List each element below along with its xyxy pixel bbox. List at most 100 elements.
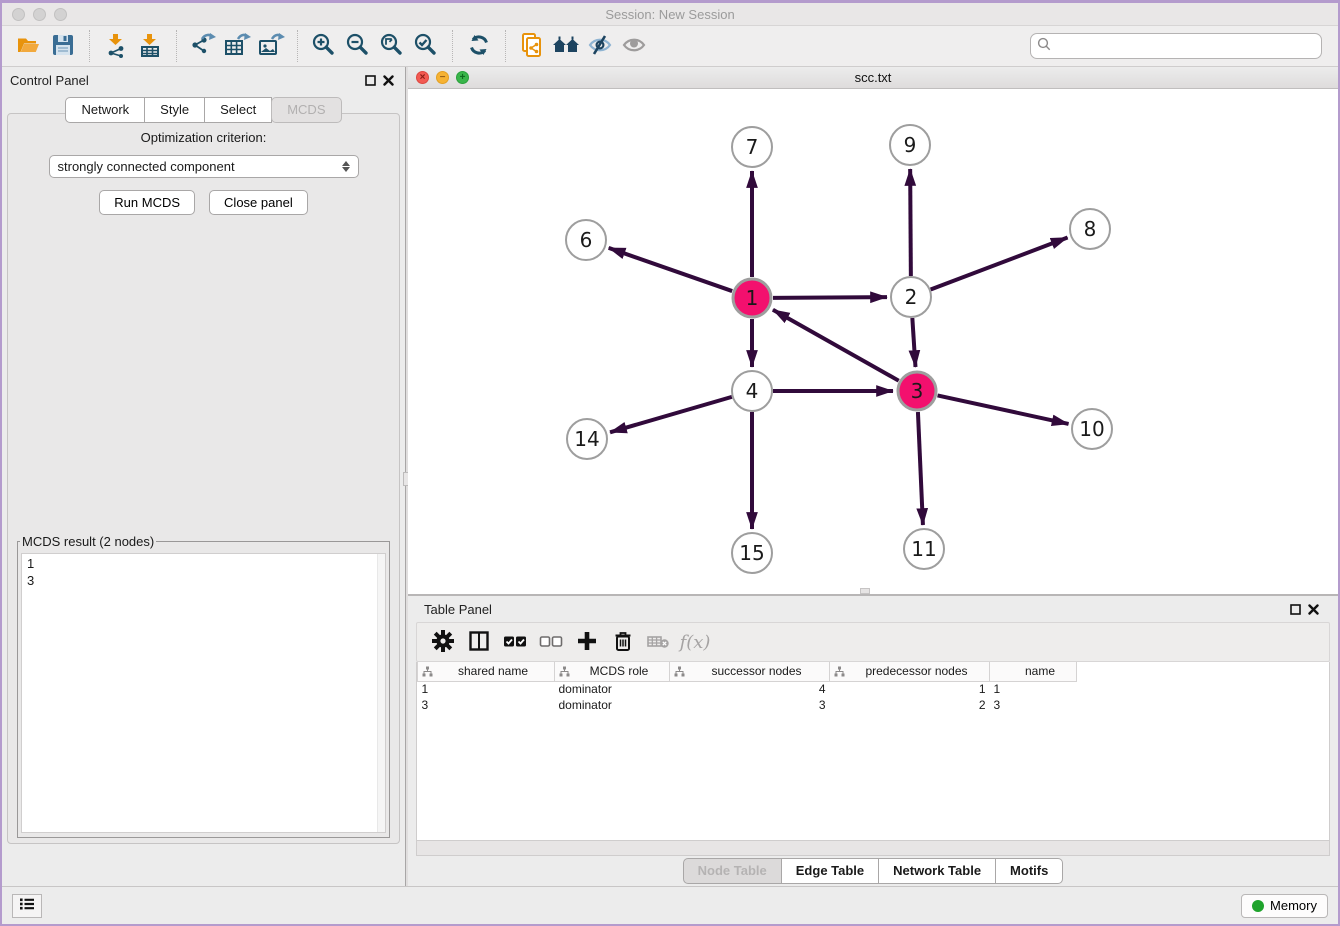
graph-node-label: 1 — [746, 286, 759, 310]
clone-network-button[interactable] — [515, 29, 549, 63]
import-network-icon — [103, 32, 129, 61]
import-network-button[interactable] — [99, 29, 133, 63]
zoom-out-button[interactable] — [341, 29, 375, 63]
export-table-button[interactable] — [220, 29, 254, 63]
canvas-splitter-grip[interactable] — [860, 588, 870, 594]
fx-icon: f(x) — [680, 632, 711, 653]
graph-edge-4-14[interactable] — [610, 397, 732, 432]
column-header-name[interactable]: name — [990, 662, 1077, 681]
mcds-result-box: MCDS result (2 nodes) 13 — [17, 534, 390, 838]
toolbar-separator — [505, 30, 506, 62]
network-canvas[interactable]: 1234678910111415 — [408, 89, 1338, 594]
table-panel-header: Table Panel — [416, 596, 1330, 622]
graph-node-label: 8 — [1084, 217, 1097, 241]
checked-boxes-icon — [502, 630, 528, 655]
save-session-button[interactable] — [46, 29, 80, 63]
tab-node-table[interactable]: Node Table — [683, 858, 782, 884]
show-details-button[interactable] — [617, 29, 651, 63]
import-table-button[interactable] — [133, 29, 167, 63]
delete-table-button — [643, 626, 675, 658]
graph-node-label: 4 — [746, 379, 759, 403]
graph-edge-3-1[interactable] — [773, 310, 899, 381]
zoom-selected-button[interactable] — [409, 29, 443, 63]
table-panel-title: Table Panel — [424, 602, 492, 617]
zoom-in-button[interactable] — [307, 29, 341, 63]
unchecked-boxes-icon — [538, 630, 564, 655]
export-network-button[interactable] — [186, 29, 220, 63]
hierarchy-icon — [834, 666, 845, 680]
show-columns-button[interactable] — [463, 626, 495, 658]
graph-edge-1-2[interactable] — [773, 297, 887, 298]
close-table-panel-button[interactable] — [1304, 601, 1322, 617]
tab-style[interactable]: Style — [144, 97, 205, 123]
column-header-mcds-role[interactable]: MCDS role — [555, 662, 670, 681]
control-panel-tabs: Network Style Select MCDS — [2, 97, 405, 123]
tab-mcds[interactable]: MCDS — [271, 97, 341, 123]
close-panel-button-mcds[interactable]: Close panel — [209, 190, 308, 215]
toolbar-separator — [297, 30, 298, 62]
graph-edge-2-3[interactable] — [912, 318, 915, 367]
add-column-button[interactable] — [571, 626, 603, 658]
eye-icon — [620, 32, 648, 61]
graph-edge-3-10[interactable] — [938, 395, 1069, 423]
tab-select[interactable]: Select — [204, 97, 272, 123]
control-panel-title: Control Panel — [10, 73, 89, 88]
export-image-button[interactable] — [254, 29, 288, 63]
gear-icon — [432, 630, 454, 655]
column-header-successor-nodes[interactable]: successor nodes — [670, 662, 830, 681]
mcds-result-area[interactable]: 13 — [21, 553, 386, 833]
select-all-button[interactable] — [499, 626, 531, 658]
eye-slash-icon — [586, 32, 614, 61]
open-session-button[interactable] — [12, 29, 46, 63]
tab-motifs[interactable]: Motifs — [995, 858, 1063, 884]
search-box[interactable] — [1030, 33, 1322, 59]
memory-button[interactable]: Memory — [1241, 894, 1328, 918]
table-row[interactable]: 1dominator411 — [418, 681, 1077, 697]
graph-edge-3-11[interactable] — [918, 412, 923, 525]
table-settings-button[interactable] — [427, 626, 459, 658]
table-hscroll[interactable] — [416, 841, 1330, 856]
close-panel-button[interactable] — [379, 72, 397, 88]
status-bar: Memory — [2, 886, 1338, 924]
graph-edge-2-9[interactable] — [910, 169, 911, 276]
criterion-select[interactable]: strongly connected component — [49, 155, 359, 178]
deselect-all-button[interactable] — [535, 626, 567, 658]
right-column: scc.txt 1234678910111415 — [408, 67, 1338, 886]
criterion-label: Optimization criterion: — [8, 130, 399, 145]
zoom-in-icon — [311, 32, 337, 61]
node-table-body: 1dominator4113dominator323 — [418, 681, 1077, 713]
graph-edge-2-8[interactable] — [931, 238, 1068, 290]
zoom-out-icon — [345, 32, 371, 61]
tab-edge-table[interactable]: Edge Table — [781, 858, 879, 884]
float-panel-button[interactable] — [361, 72, 379, 88]
table-tabs: Node Table Edge Table Network Table Moti… — [416, 856, 1330, 886]
node-table: shared name MCDS role successor nodes pr… — [416, 662, 1330, 841]
result-scrollbar[interactable] — [377, 554, 385, 832]
graph-edge-1-6[interactable] — [609, 248, 733, 291]
graph-node-label: 10 — [1079, 417, 1104, 441]
tab-network-table[interactable]: Network Table — [878, 858, 996, 884]
float-table-panel-button[interactable] — [1286, 601, 1304, 617]
graph-node-label: 11 — [911, 537, 936, 561]
network-window: scc.txt 1234678910111415 — [408, 67, 1338, 594]
export-network-icon — [189, 32, 217, 61]
refresh-view-button[interactable] — [462, 29, 496, 63]
memory-status-icon — [1252, 900, 1264, 912]
search-icon — [1037, 37, 1052, 55]
hide-details-button[interactable] — [583, 29, 617, 63]
graph-node-label: 3 — [911, 379, 924, 403]
column-header-shared-name[interactable]: shared name — [418, 662, 555, 681]
search-input[interactable] — [1056, 39, 1315, 54]
column-header-predecessor-nodes[interactable]: predecessor nodes — [830, 662, 990, 681]
delete-column-button[interactable] — [607, 626, 639, 658]
tab-network[interactable]: Network — [65, 97, 145, 123]
run-mcds-button[interactable]: Run MCDS — [99, 190, 195, 215]
zoom-fit-button[interactable] — [375, 29, 409, 63]
network-graph[interactable]: 1234678910111415 — [408, 89, 1339, 594]
first-neighbors-button[interactable] — [549, 29, 583, 63]
table-row[interactable]: 3dominator323 — [418, 697, 1077, 713]
list-icon — [19, 897, 35, 914]
title-bar: Session: New Session — [2, 3, 1338, 25]
task-history-button[interactable] — [12, 894, 42, 918]
main-toolbar — [2, 25, 1338, 67]
